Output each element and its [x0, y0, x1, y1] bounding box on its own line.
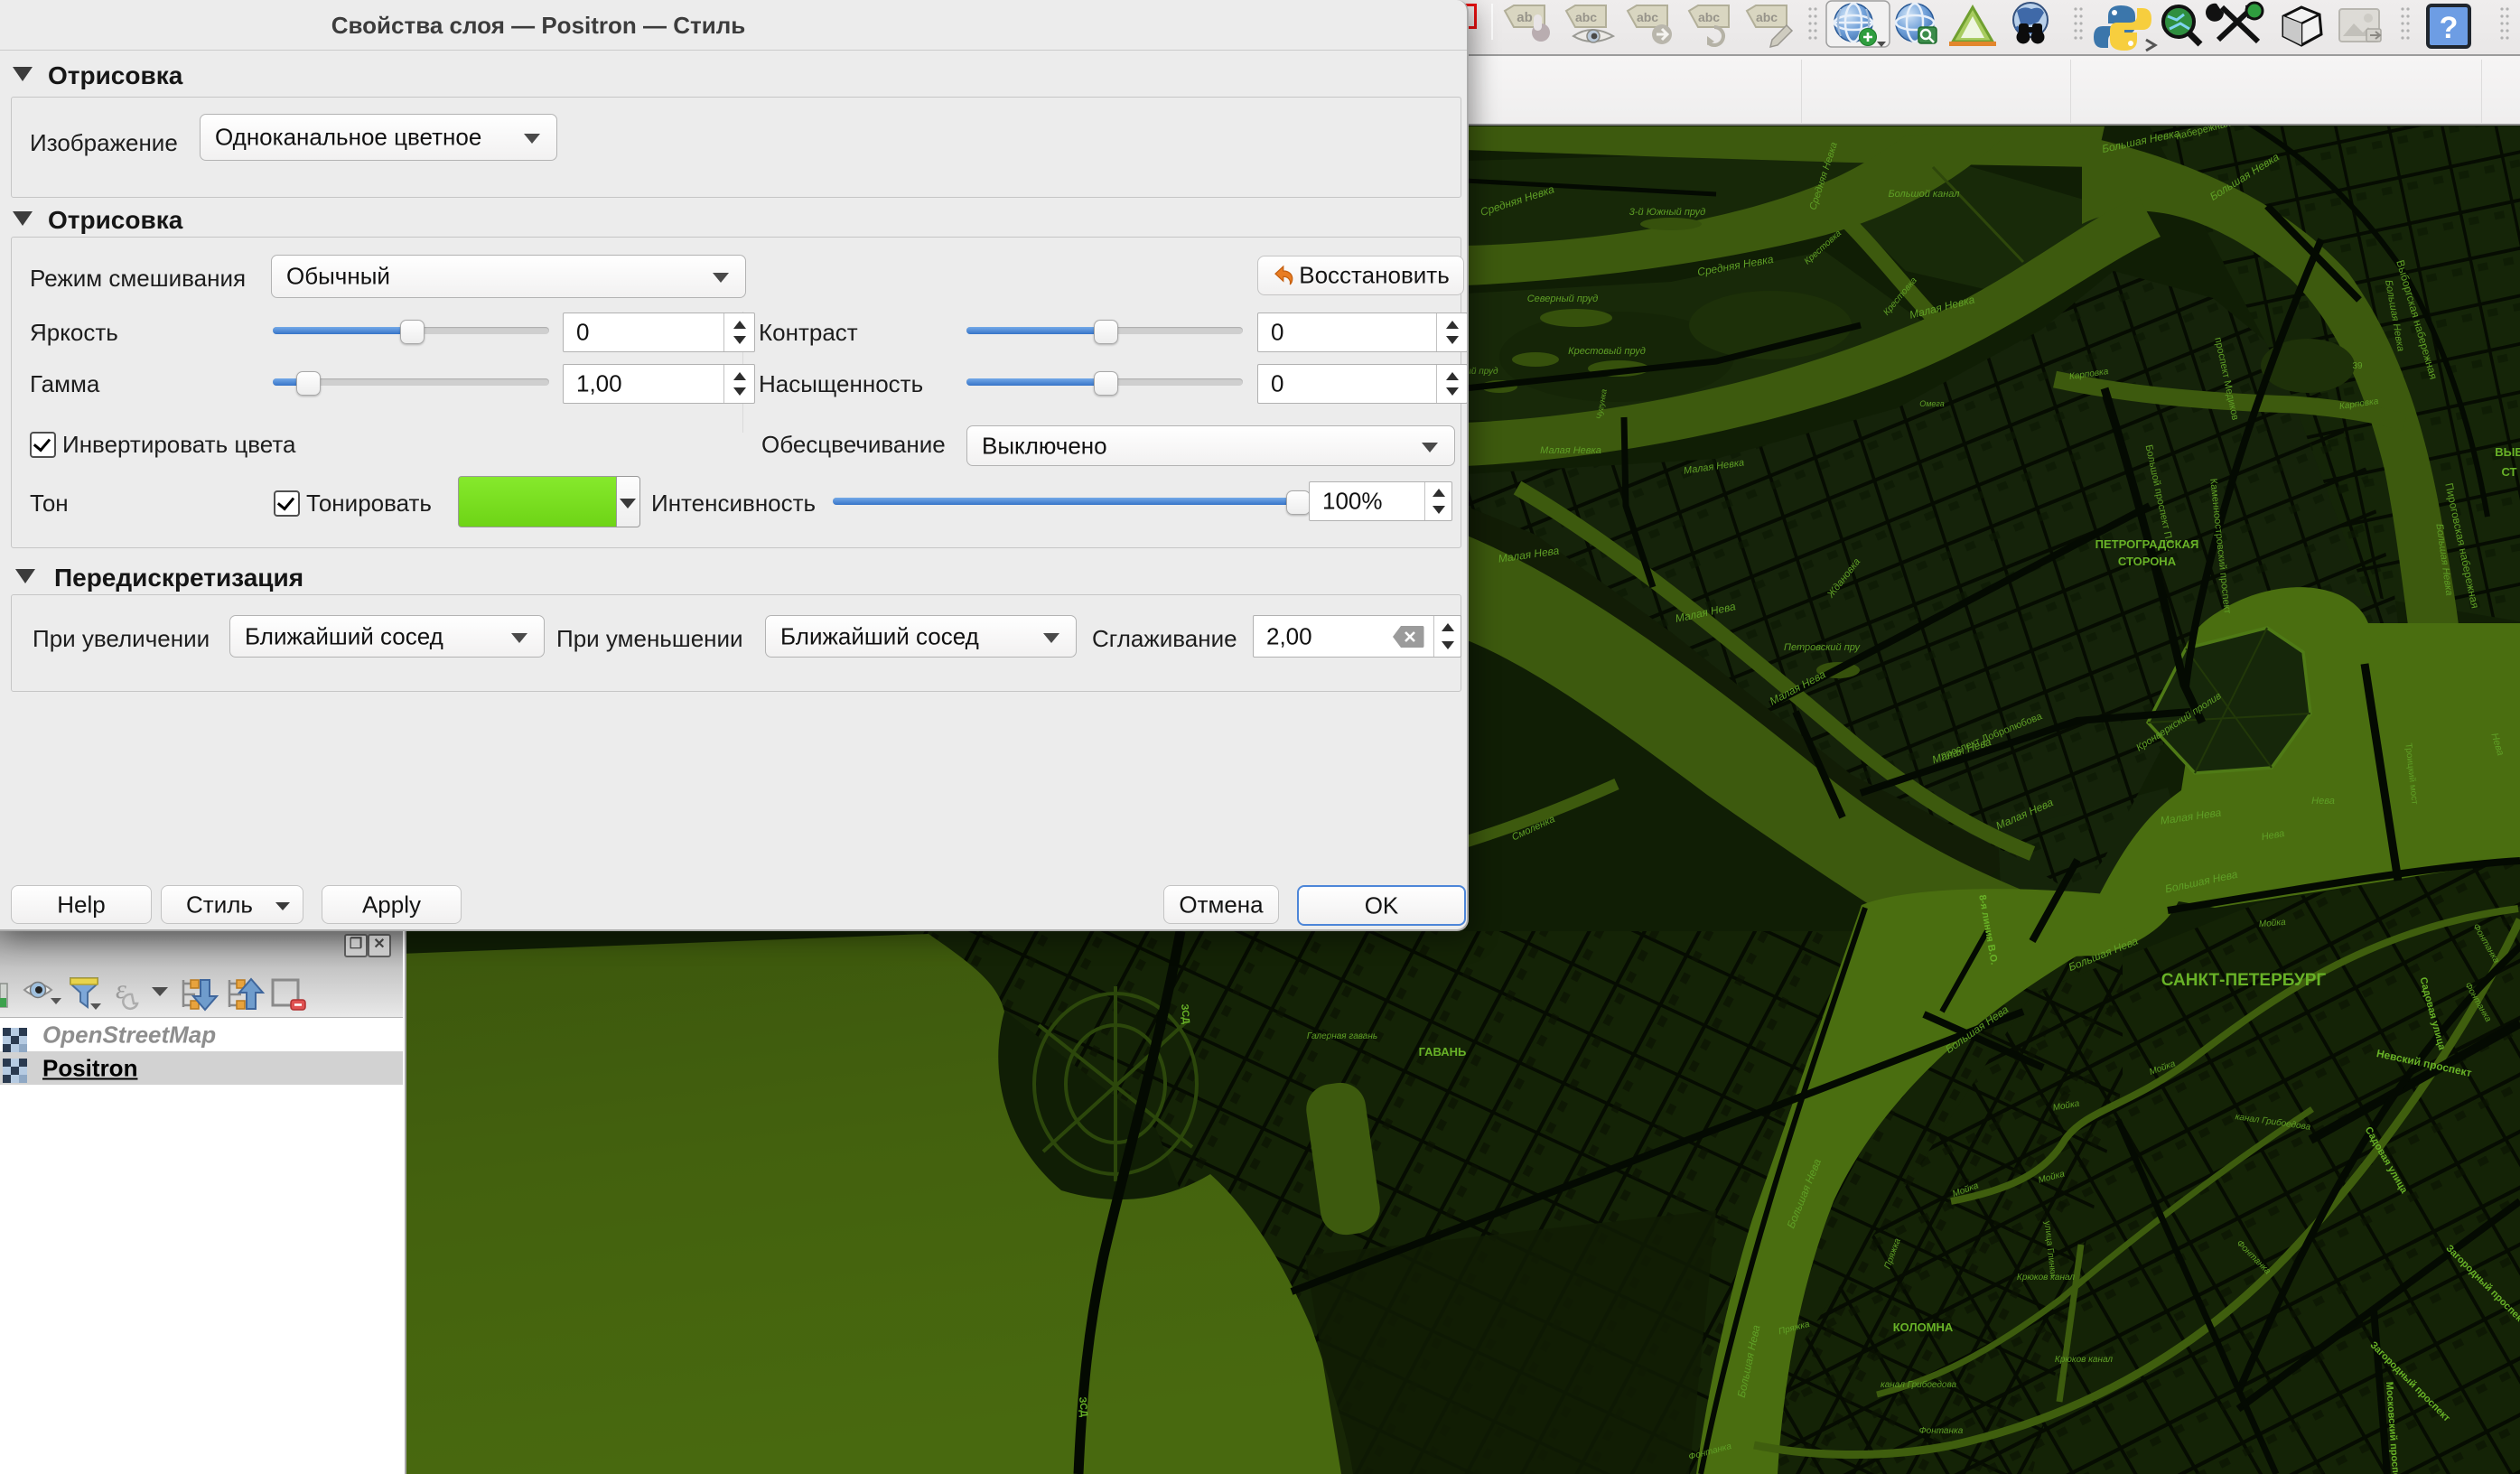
- svg-text:ПЕТРОГРАДСКАЯ: ПЕТРОГРАДСКАЯ: [2095, 537, 2199, 551]
- svg-text:САНКТ-ПЕТЕРБУРГ: САНКТ-ПЕТЕРБУРГ: [2161, 971, 2327, 990]
- svg-text:Малая Невка: Малая Невка: [1540, 445, 1601, 456]
- svg-text:Крюков канал: Крюков канал: [2055, 1355, 2113, 1365]
- svg-text:abc: abc: [1756, 10, 1778, 24]
- svg-text:ε: ε: [116, 975, 126, 1004]
- svg-text:Северный пруд: Северный пруд: [1527, 294, 1599, 304]
- svg-text:ЗСД: ЗСД: [1179, 1003, 1191, 1024]
- svg-text:канал Грибоедова: канал Грибоедова: [1881, 1379, 1957, 1390]
- svg-text:СТОРОНА: СТОРОНА: [2118, 555, 2177, 568]
- svg-text:abc: abc: [1698, 10, 1720, 24]
- svg-text:3-й Южный пруд: 3-й Южный пруд: [1629, 207, 1705, 218]
- svg-text:Омега: Омега: [1919, 399, 1945, 408]
- svg-text:ый пруд: ый пруд: [1465, 367, 1498, 377]
- svg-text:СТ: СТ: [2501, 465, 2516, 479]
- svg-text:abc: abc: [1637, 10, 1658, 24]
- svg-text:КОЛОМНА: КОЛОМНА: [1893, 1320, 1954, 1334]
- svg-text:ab: ab: [1517, 10, 1533, 25]
- svg-text:Крюков канал: Крюков канал: [2017, 1273, 2075, 1283]
- svg-text:Фонтанка: Фонтанка: [1919, 1426, 1964, 1436]
- svg-text:Нева: Нева: [2311, 796, 2335, 807]
- svg-text:?: ?: [2440, 11, 2459, 45]
- svg-text:Крестовый пруд: Крестовый пруд: [1568, 346, 1646, 357]
- svg-text:Петровский пру: Петровский пру: [1784, 642, 1862, 653]
- svg-text:ГАВАНЬ: ГАВАНЬ: [1419, 1045, 1467, 1059]
- svg-text:ЗСД: ЗСД: [1077, 1396, 1089, 1417]
- svg-text:Галерная гавань: Галерная гавань: [1307, 1031, 1377, 1041]
- svg-text:39: 39: [2352, 361, 2363, 371]
- svg-text:ВЫБ: ВЫБ: [2495, 445, 2520, 459]
- svg-text:Большой канал: Большой канал: [1888, 189, 1959, 200]
- svg-text:abc: abc: [1575, 10, 1597, 24]
